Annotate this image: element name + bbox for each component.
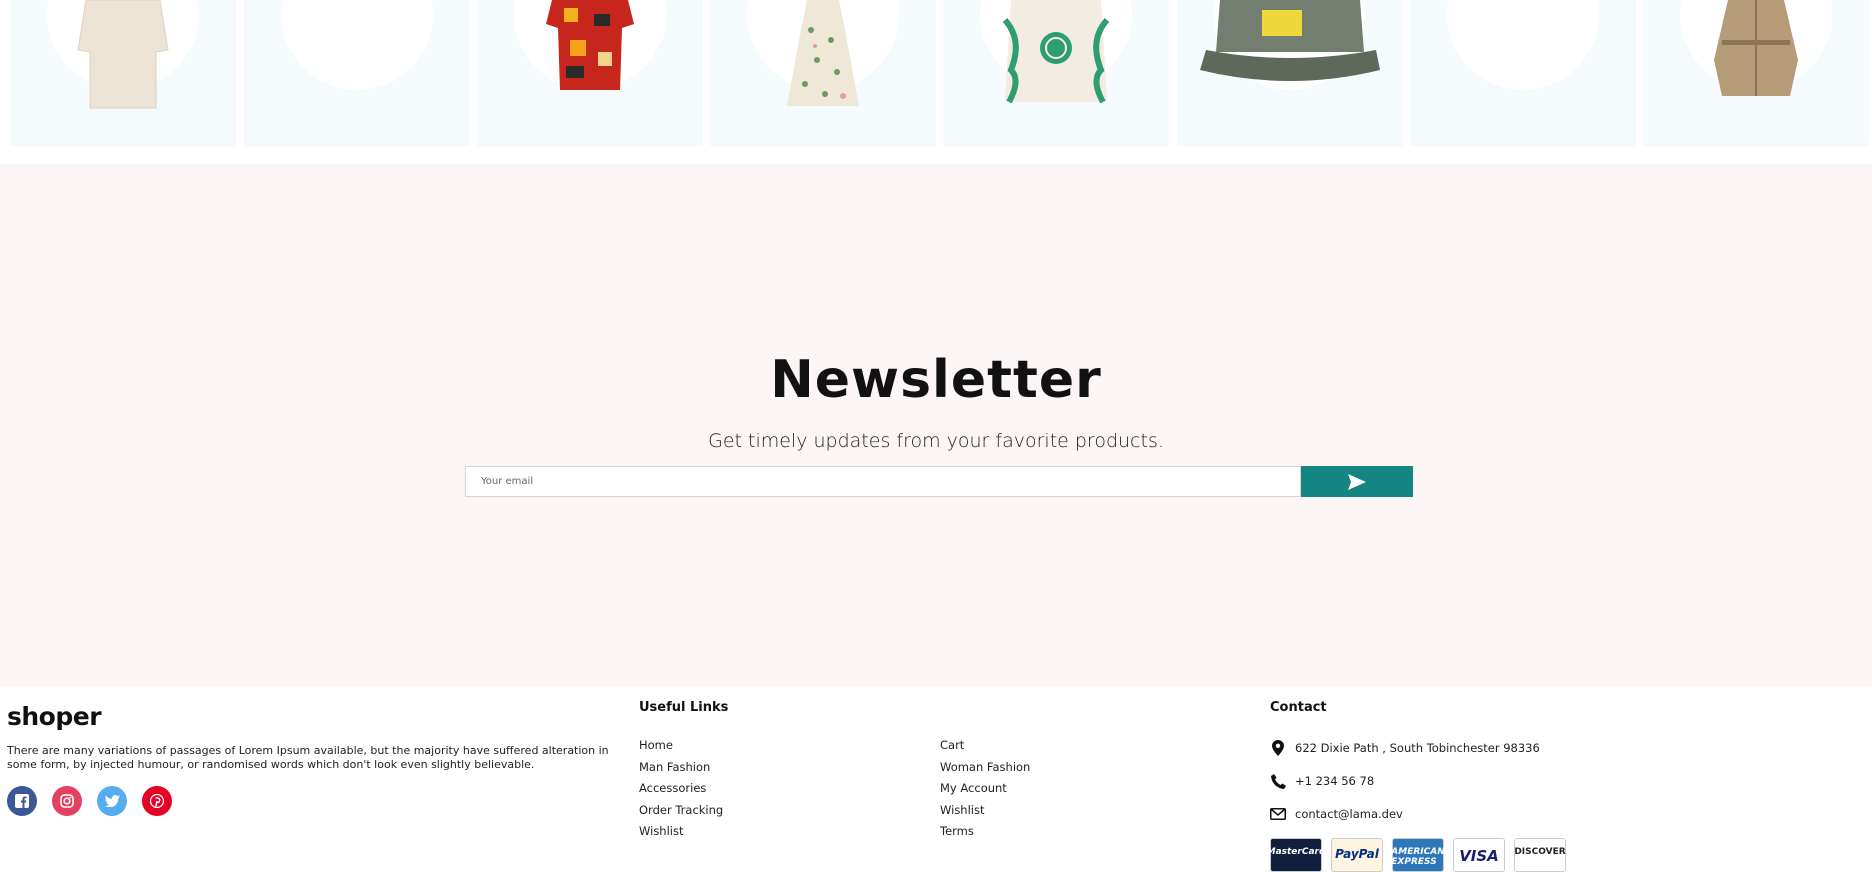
footer-link[interactable]: Terms [940, 824, 1030, 846]
send-icon [1348, 473, 1366, 490]
newsletter-title: Newsletter [770, 350, 1102, 410]
footer-link[interactable]: Home [639, 738, 723, 760]
t-shirt-image [77, 0, 169, 109]
contact-phone: +1 234 56 78 [1270, 773, 1374, 789]
product-card-empty[interactable] [1410, 0, 1636, 146]
payment-methods: MasterCard PayPal AMERICAN EXPRESS VISA … [1267, 838, 1566, 872]
amex-logo: AMERICAN EXPRESS [1391, 838, 1445, 872]
social-icons [7, 786, 172, 816]
floral-dress-image [787, 0, 859, 106]
product-card-t-shirt[interactable] [10, 0, 236, 146]
phone-text: +1 234 56 78 [1295, 774, 1375, 788]
useful-links-column-1: Home Man Fashion Accessories Order Track… [639, 738, 723, 846]
mail-icon [1270, 806, 1286, 822]
product-card-trench-coat[interactable] [1643, 0, 1869, 146]
instagram-icon[interactable] [52, 786, 82, 816]
useful-links-title: Useful Links [639, 700, 729, 715]
visa-logo: VISA [1453, 838, 1505, 872]
facebook-icon[interactable] [7, 786, 37, 816]
footer-link[interactable]: Man Fashion [639, 760, 723, 782]
logo[interactable]: shoper [7, 702, 102, 731]
location-pin-icon [1270, 740, 1286, 756]
product-card-tote-bag[interactable] [943, 0, 1169, 146]
product-circle [281, 0, 433, 90]
footer-link[interactable]: Wishlist [639, 824, 723, 846]
email-text[interactable]: contact@lama.dev [1295, 807, 1403, 821]
product-card-hawaiian-shirt[interactable] [477, 0, 703, 146]
footer-link[interactable]: Cart [940, 738, 1030, 760]
email-input[interactable] [465, 466, 1301, 497]
product-strip [0, 0, 1872, 164]
contact-email: contact@lama.dev [1270, 806, 1403, 822]
trench-coat-image [1714, 0, 1798, 96]
footer-link[interactable]: Order Tracking [639, 803, 723, 825]
useful-links-column-2: Cart Woman Fashion My Account Wishlist T… [940, 738, 1030, 846]
footer-link[interactable]: Wishlist [940, 803, 1030, 825]
footer-link[interactable]: Accessories [639, 781, 723, 803]
paypal-logo: PayPal [1331, 838, 1383, 872]
contact-address: 622 Dixie Path , South Tobinchester 9833… [1270, 740, 1540, 756]
newsletter-form [465, 466, 1413, 497]
pinterest-icon[interactable] [142, 786, 172, 816]
contact-title: Contact [1270, 700, 1327, 715]
footer-link[interactable]: Woman Fashion [940, 760, 1030, 782]
address-text: 622 Dixie Path , South Tobinchester 9833… [1295, 741, 1540, 755]
product-card-empty[interactable] [244, 0, 470, 146]
tote-bag-image [1003, 0, 1109, 104]
discover-logo: DISCOVER [1514, 838, 1566, 872]
product-card-cap[interactable] [1177, 0, 1403, 146]
mastercard-logo: MasterCard [1267, 838, 1325, 872]
hawaiian-shirt-image [546, 0, 634, 90]
newsletter-section: Newsletter Get timely updates from your … [0, 164, 1872, 686]
twitter-icon[interactable] [97, 786, 127, 816]
footer: shoper There are many variations of pass… [0, 686, 1872, 872]
product-circle [1447, 0, 1599, 90]
send-button[interactable] [1301, 466, 1413, 497]
cap-image [1200, 0, 1380, 81]
product-card-floral-dress[interactable] [710, 0, 936, 146]
footer-link[interactable]: My Account [940, 781, 1030, 803]
phone-icon [1270, 773, 1286, 789]
newsletter-description: Get timely updates from your favorite pr… [708, 430, 1164, 452]
footer-about-text: There are many variations of passages of… [7, 744, 609, 771]
